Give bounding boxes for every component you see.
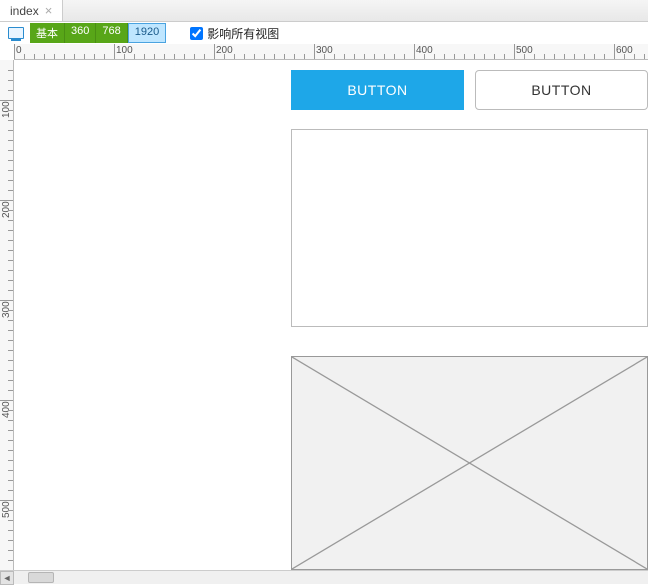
breakpoint-1920[interactable]: 1920 [128, 23, 166, 43]
button-label: BUTTON [531, 82, 591, 98]
design-canvas[interactable]: BUTTON BUTTON [14, 60, 648, 570]
ruler-vertical: 100200300400500 [0, 60, 14, 570]
breakpoint-768[interactable]: 768 [96, 23, 127, 43]
tab-bar: index × [0, 0, 648, 22]
image-placeholder-widget[interactable] [291, 356, 648, 570]
close-icon[interactable]: × [45, 3, 53, 18]
ruler-horizontal: 0100200300400500600 [14, 44, 648, 60]
primary-button-widget[interactable]: BUTTON [291, 70, 464, 110]
breakpoint-360[interactable]: 360 [65, 23, 96, 43]
affect-all-checkbox[interactable] [190, 27, 203, 40]
toolbar: 基本 360 768 1920 影响所有视图 [0, 22, 648, 44]
tab-index[interactable]: index × [0, 0, 63, 21]
device-icon[interactable] [8, 27, 24, 39]
scroll-track[interactable] [14, 571, 648, 584]
scroll-left-button[interactable]: ◄ [0, 571, 14, 585]
panel-widget[interactable] [291, 129, 648, 327]
horizontal-scrollbar[interactable]: ◄ [0, 570, 648, 584]
scroll-thumb[interactable] [28, 572, 54, 583]
tab-title: index [10, 4, 39, 18]
affect-all-label: 影响所有视图 [207, 25, 279, 42]
outline-button-widget[interactable]: BUTTON [475, 70, 648, 110]
button-label: BUTTON [347, 82, 407, 98]
breakpoint-group: 基本 360 768 1920 [30, 23, 166, 43]
breakpoint-base[interactable]: 基本 [30, 23, 65, 43]
affect-all-views[interactable]: 影响所有视图 [190, 25, 279, 42]
